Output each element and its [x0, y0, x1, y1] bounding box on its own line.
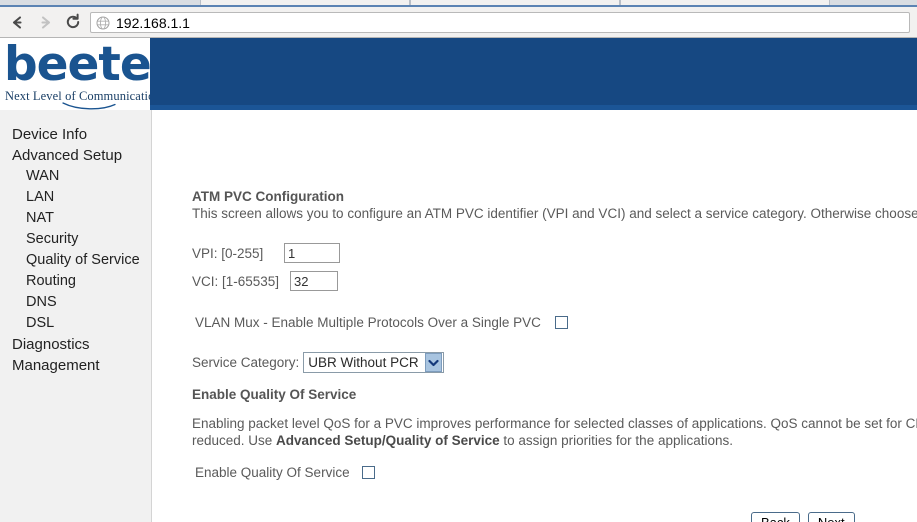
sidebar-item-diagnostics[interactable]: Diagnostics [0, 334, 151, 355]
sidebar-item-advanced-setup[interactable]: Advanced Setup [0, 145, 151, 166]
main-content: ATM PVC Configuration This screen allows… [153, 110, 917, 522]
sidebar-item-dsl[interactable]: DSL [0, 313, 151, 334]
browser-tabstrip [0, 0, 917, 7]
enable-qos-label: Enable Quality Of Service [195, 465, 350, 480]
sidebar-item-quality-of-service[interactable]: Quality of Service [0, 250, 151, 271]
browser-toolbar: 192.168.1.1 [0, 7, 917, 38]
service-category-label: Service Category: [192, 355, 300, 370]
vpi-label: VPI: [0-255] [192, 245, 264, 261]
sidebar-nav: Device Info Advanced Setup WAN LAN NAT S… [0, 110, 152, 522]
sidebar-item-dns[interactable]: DNS [0, 292, 151, 313]
sidebar-item-nat[interactable]: NAT [0, 208, 151, 229]
page-title: ATM PVC Configuration [192, 189, 344, 204]
vci-label: VCI: [1-65535] [192, 273, 280, 289]
sidebar-item-device-info[interactable]: Device Info [0, 124, 151, 145]
service-category-value: UBR Without PCR [308, 355, 419, 370]
sidebar-item-lan[interactable]: LAN [0, 187, 151, 208]
vlan-mux-row: VLAN Mux - Enable Multiple Protocols Ove… [195, 315, 568, 330]
qos-description-line2-post: to assign priorities for the application… [499, 433, 733, 448]
next-button[interactable]: Next [807, 512, 855, 522]
reload-button[interactable] [60, 10, 86, 34]
qos-description: Enabling packet level QoS for a PVC impr… [192, 415, 917, 449]
header-banner [150, 38, 917, 110]
router-page: beetel Next Level of Communication Devic… [0, 38, 917, 522]
vpi-input[interactable] [284, 243, 340, 263]
chevron-down-icon [424, 353, 442, 372]
vpi-field-row: VPI: [0-255] [192, 243, 340, 263]
arrow-left-icon [12, 15, 22, 29]
brand-wordmark: beetel [4, 38, 150, 92]
vci-field-row: VCI: [1-65535] [192, 271, 338, 291]
page-description: This screen allows you to configure an A… [192, 206, 917, 221]
qos-section-title: Enable Quality Of Service [192, 387, 357, 402]
service-category-row: Service Category: UBR Without PCR [192, 352, 444, 373]
form-button-row: Back Next [751, 512, 855, 522]
reload-icon [66, 13, 80, 29]
service-category-select[interactable]: UBR Without PCR [303, 352, 444, 373]
back-button[interactable] [4, 10, 30, 34]
sidebar-item-routing[interactable]: Routing [0, 271, 151, 292]
sidebar-item-wan[interactable]: WAN [0, 166, 151, 187]
qos-description-line1: Enabling packet level QoS for a PVC impr… [192, 416, 917, 431]
qos-description-line2-pre: reduced. Use [192, 433, 277, 448]
address-bar[interactable]: 192.168.1.1 [90, 12, 910, 33]
address-text: 192.168.1.1 [116, 14, 190, 31]
qos-description-emphasis: Advanced Setup/Quality of Service [276, 433, 500, 448]
brand-logo: beetel Next Level of Communication [0, 38, 150, 110]
globe-icon [96, 16, 110, 29]
enable-qos-row: Enable Quality Of Service [195, 465, 375, 480]
swoosh-icon [62, 102, 116, 110]
vlan-mux-checkbox[interactable] [554, 316, 568, 329]
browser-chrome: 192.168.1.1 [0, 0, 917, 38]
enable-qos-checkbox[interactable] [361, 466, 375, 479]
sidebar-item-management[interactable]: Management [0, 355, 151, 376]
arrow-right-icon [40, 15, 50, 29]
vci-input[interactable] [290, 271, 338, 291]
forward-button [32, 10, 58, 34]
sidebar-item-security[interactable]: Security [0, 229, 151, 250]
vlan-mux-label: VLAN Mux - Enable Multiple Protocols Ove… [195, 315, 541, 330]
back-button[interactable]: Back [751, 512, 800, 522]
